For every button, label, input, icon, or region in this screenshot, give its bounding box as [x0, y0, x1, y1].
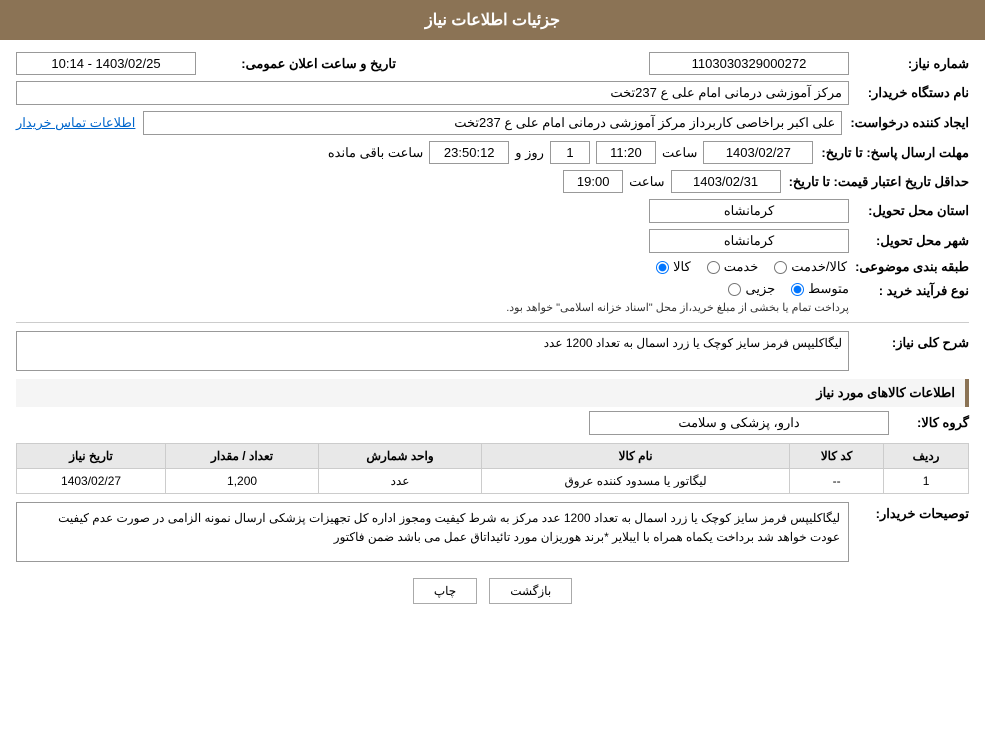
- cell-tedad: 1,200: [166, 469, 319, 494]
- radio-motavasset: متوسط: [791, 281, 849, 297]
- goods-table-head: ردیف کد کالا نام کالا واحد شمارش تعداد /…: [17, 444, 969, 469]
- etelaat-tamas-link[interactable]: اطلاعات تماس خریدار: [16, 115, 135, 131]
- col-tedad: تعداد / مقدار: [166, 444, 319, 469]
- radio-motavasset-input[interactable]: [791, 283, 804, 296]
- radio-khadamat: خدمت: [707, 259, 759, 275]
- print-button[interactable]: چاپ: [413, 578, 477, 604]
- shomareNiaz-value: 1103030329000272: [436, 52, 849, 75]
- row-sharh: شرح کلی نیاز: لیگاکلیپس فرمز سایز کوچک ی…: [16, 331, 969, 371]
- sharh-input-wrap: لیگاکلیپس فرمز سایز کوچک یا زرد اسمال به…: [16, 331, 849, 371]
- col-kod: کد کالا: [790, 444, 884, 469]
- sharh-label: شرح کلی نیاز:: [849, 331, 969, 351]
- row-tabaghe: طبقه بندی موضوعی: کالا/خدمت خدمت کالا: [16, 259, 969, 275]
- farayand-radio-group: متوسط جزیی: [16, 281, 849, 297]
- divider-1: [16, 322, 969, 323]
- radio-jozei: جزیی: [728, 281, 775, 297]
- cell-vahed: عدد: [319, 469, 482, 494]
- hadaq-label: حداقل تاریخ اعتبار قیمت: تا تاریخ:: [781, 174, 969, 190]
- cell-name: لیگاتور یا مسدود کننده عروق: [482, 469, 790, 494]
- ijadKonande-row: علی اکبر براخاصی کاربرداز مرکز آموزشی در…: [16, 111, 842, 135]
- shomareNiaz-input: 1103030329000272: [649, 52, 849, 75]
- noeFarayand-right: متوسط جزیی پرداخت تمام یا بخشی از مبلغ خ…: [16, 281, 849, 314]
- mohlat-baghimande: 23:50:12: [429, 141, 509, 164]
- goods-table-body: 1--لیگاتور یا مسدود کننده عروقعدد1,20014…: [17, 469, 969, 494]
- mohlat-label: مهلت ارسال پاسخ: تا تاریخ:: [813, 145, 969, 161]
- radio-jozei-input[interactable]: [728, 283, 741, 296]
- tarikhElan-input: 1403/02/25 - 10:14: [16, 52, 196, 75]
- row-namDastgah: نام دستگاه خریدار: مرکز آموزشی درمانی ام…: [16, 81, 969, 105]
- goods-table-header-row: ردیف کد کالا نام کالا واحد شمارش تعداد /…: [17, 444, 969, 469]
- mohlat-time: 11:20: [596, 141, 656, 164]
- hadaq-time-label: ساعت: [629, 174, 664, 190]
- radio-khadamat-label: خدمت: [724, 259, 759, 275]
- page-wrapper: جزئیات اطلاعات نیاز شماره نیاز: 11030303…: [0, 0, 985, 733]
- mohlat-baghimande-label: ساعت باقی مانده: [328, 145, 423, 161]
- mohlat-roz: 1: [550, 141, 590, 164]
- sharh-input: لیگاکلیپس فرمز سایز کوچک یا زرد اسمال به…: [16, 331, 849, 371]
- radio-kala-input[interactable]: [656, 261, 669, 274]
- button-row: بازگشت چاپ: [16, 578, 969, 604]
- row-ijadKonande: ایجاد کننده درخواست: علی اکبر براخاصی کا…: [16, 111, 969, 135]
- tosiyeh-value: لیگاکلیپس فرمز سایز کوچک یا زرد اسمال به…: [16, 502, 849, 562]
- groheKala-label: گروه کالا:: [889, 415, 969, 431]
- tabaghe-radio-group: کالا/خدمت خدمت کالا: [656, 259, 847, 275]
- noeFarayand-label: نوع فرآیند خرید :: [849, 281, 969, 299]
- groheKala-value: دارو، پزشکی و سلامت: [589, 411, 889, 435]
- row-tosiyeh: توصیحات خریدار: لیگاکلیپس فرمز سایز کوچک…: [16, 502, 969, 562]
- cell-tarikh: 1403/02/27: [17, 469, 166, 494]
- row-ostan: استان محل تحویل: کرمانشاه: [16, 199, 969, 223]
- tabaghe-label: طبقه بندی موضوعی:: [847, 259, 969, 275]
- col-vahed: واحد شمارش: [319, 444, 482, 469]
- ijadKonande-input: علی اکبر براخاصی کاربرداز مرکز آموزشی در…: [143, 111, 842, 135]
- radio-motavasset-label: متوسط: [808, 281, 849, 297]
- radio-kala-khadamat: کالا/خدمت: [774, 259, 847, 275]
- shahr-label: شهر محل تحویل:: [849, 233, 969, 249]
- table-row: 1--لیگاتور یا مسدود کننده عروقعدد1,20014…: [17, 469, 969, 494]
- row-noeFarayand: نوع فرآیند خرید : متوسط جزیی پرداخت تمام…: [16, 281, 969, 314]
- radio-kala-khadamat-input[interactable]: [774, 261, 787, 274]
- hadaq-time: 19:00: [563, 170, 623, 193]
- row-shomareNiaz: شماره نیاز: 1103030329000272 تاریخ و ساع…: [16, 52, 969, 75]
- page-title: جزئیات اطلاعات نیاز: [425, 12, 560, 29]
- cell-radif: 1: [884, 469, 969, 494]
- col-radif: ردیف: [884, 444, 969, 469]
- shahr-value: کرمانشاه: [649, 229, 849, 253]
- farayand-note: پرداخت تمام یا بخشی از مبلغ خرید،از محل …: [16, 301, 849, 314]
- cell-kod: --: [790, 469, 884, 494]
- goods-table: ردیف کد کالا نام کالا واحد شمارش تعداد /…: [16, 443, 969, 494]
- row-shahr: شهر محل تحویل: کرمانشاه: [16, 229, 969, 253]
- row-mohlat: مهلت ارسال پاسخ: تا تاریخ: 1403/02/27 سا…: [16, 141, 969, 164]
- radio-khadamat-input[interactable]: [707, 261, 720, 274]
- section-kalaha: اطلاعات کالاهای مورد نیاز: [16, 379, 969, 407]
- row-groheKala: گروه کالا: دارو، پزشکی و سلامت: [16, 411, 969, 435]
- shomareNiaz-label: شماره نیاز:: [849, 56, 969, 72]
- ostan-label: استان محل تحویل:: [849, 203, 969, 219]
- namDastgah-label: نام دستگاه خریدار:: [849, 85, 969, 101]
- ostan-value: کرمانشاه: [649, 199, 849, 223]
- mohlat-roz-label: روز و: [515, 145, 544, 161]
- radio-kala-khadamat-label: کالا/خدمت: [791, 259, 847, 275]
- ijadKonande-label: ایجاد کننده درخواست:: [842, 115, 969, 131]
- radio-kala: کالا: [656, 259, 691, 275]
- namDastgah-input: مرکز آموزشی درمانی امام علی ع 237تخت: [16, 81, 849, 105]
- back-button[interactable]: بازگشت: [489, 578, 572, 604]
- hadaq-date: 1403/02/31: [671, 170, 781, 193]
- mohlat-values: 1403/02/27 ساعت 11:20 1 روز و 23:50:12 س…: [328, 141, 814, 164]
- mohlat-date: 1403/02/27: [703, 141, 813, 164]
- tarikhElan-value: 1403/02/25 - 10:14: [16, 52, 196, 75]
- tosiyeh-label: توصیحات خریدار:: [849, 502, 969, 522]
- namDastgah-value: مرکز آموزشی درمانی امام علی ع 237تخت: [16, 81, 849, 105]
- mohlat-time-label: ساعت: [662, 145, 697, 161]
- hadaq-values: 1403/02/31 ساعت 19:00: [563, 170, 780, 193]
- col-tarikh: تاریخ نیاز: [17, 444, 166, 469]
- tarikhElan-label: تاریخ و ساعت اعلان عمومی:: [236, 56, 396, 72]
- content-area: شماره نیاز: 1103030329000272 تاریخ و ساع…: [0, 40, 985, 632]
- radio-jozei-label: جزیی: [745, 281, 775, 297]
- col-name: نام کالا: [482, 444, 790, 469]
- row-hadaq: حداقل تاریخ اعتبار قیمت: تا تاریخ: 1403/…: [16, 170, 969, 193]
- page-header: جزئیات اطلاعات نیاز: [0, 0, 985, 40]
- radio-kala-label: کالا: [673, 259, 691, 275]
